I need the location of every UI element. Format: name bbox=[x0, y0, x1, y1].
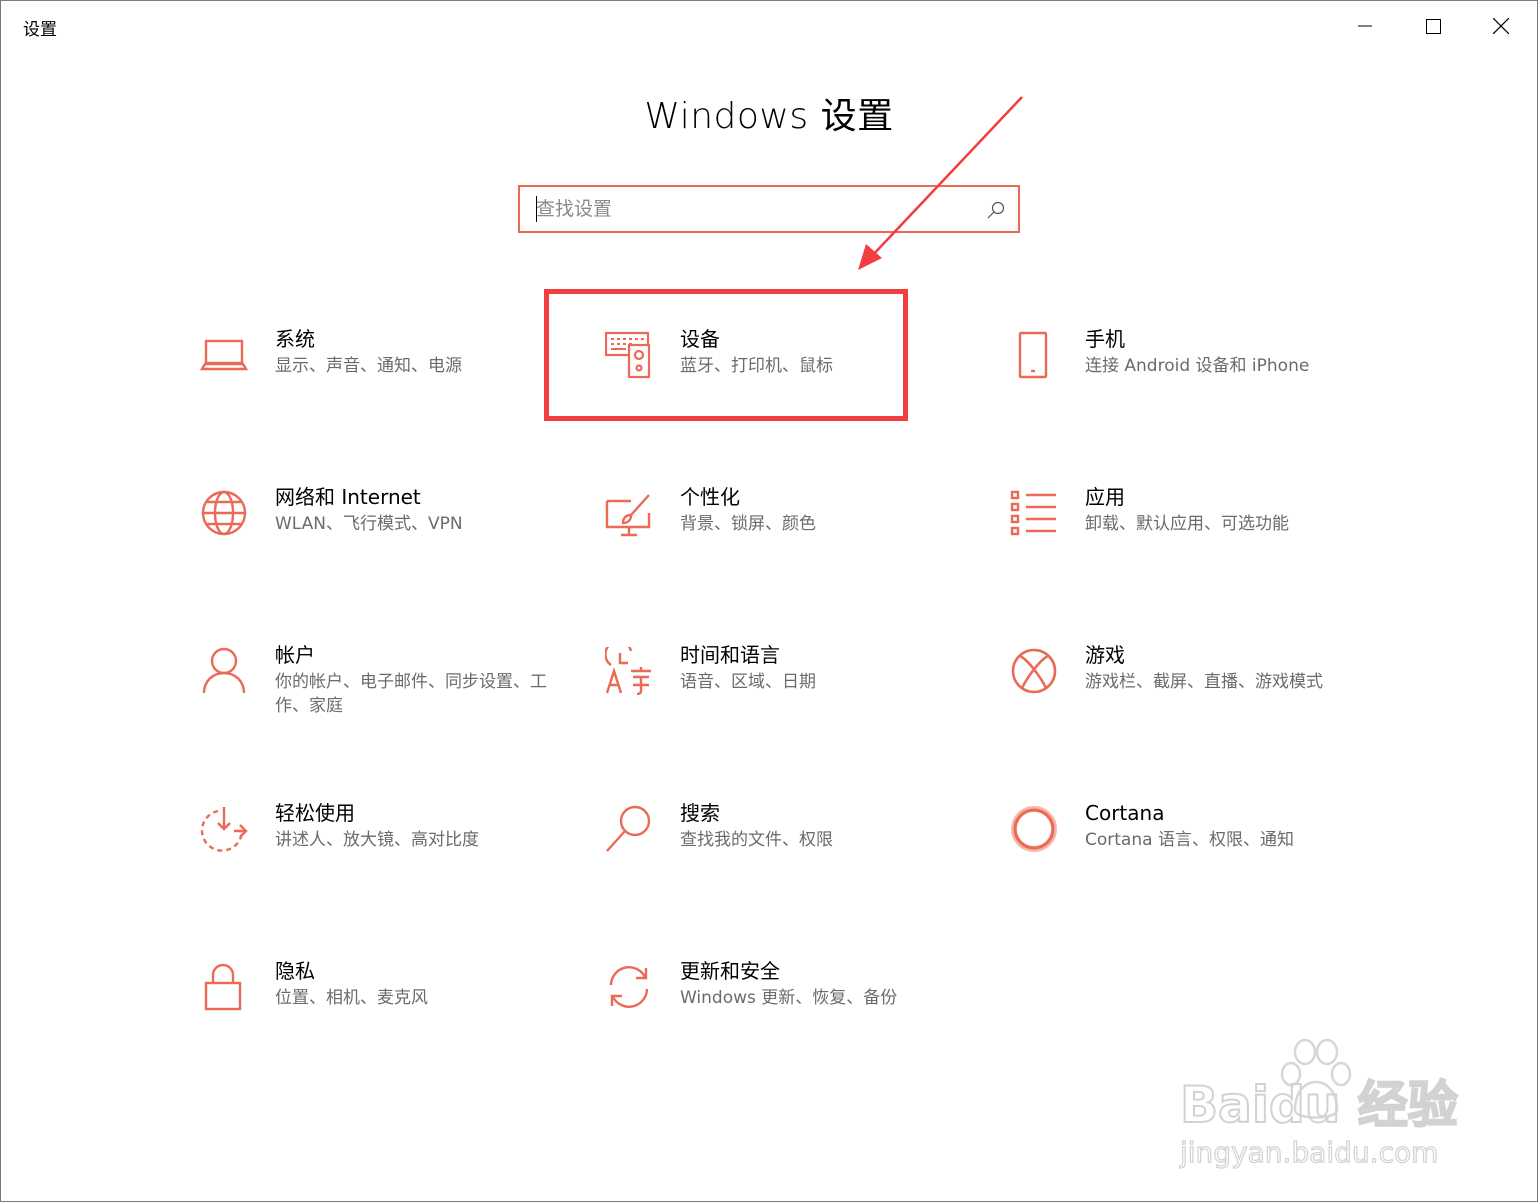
title-bar[interactable]: 设置 bbox=[1, 1, 1537, 51]
tile-personalization[interactable]: 个性化 背景、锁屏、颜色 bbox=[605, 485, 965, 599]
tile-subtitle: 连接 Android 设备和 iPhone bbox=[1085, 356, 1310, 376]
tile-title: 个性化 bbox=[680, 485, 740, 509]
tile-title: 设备 bbox=[680, 327, 720, 351]
tile-title: 轻松使用 bbox=[275, 801, 355, 825]
tile-network[interactable]: 网络和 Internet WLAN、飞行模式、VPN bbox=[200, 485, 560, 599]
tile-cortana[interactable]: Cortana Cortana 语言、权限、通知 bbox=[1010, 801, 1370, 915]
close-button[interactable] bbox=[1467, 1, 1535, 51]
paint-brush-icon bbox=[605, 489, 653, 537]
tile-subtitle: WLAN、飞行模式、VPN bbox=[275, 514, 463, 534]
maximize-button[interactable] bbox=[1399, 1, 1467, 51]
tile-title: 搜索 bbox=[680, 801, 720, 825]
laptop-icon bbox=[200, 331, 248, 379]
tile-system[interactable]: 系统 显示、声音、通知、电源 bbox=[200, 327, 560, 441]
lock-icon bbox=[200, 963, 248, 1011]
text-caret bbox=[536, 196, 537, 222]
tile-title: 系统 bbox=[275, 327, 315, 351]
tile-privacy[interactable]: 隐私 位置、相机、麦克风 bbox=[200, 959, 560, 1073]
watermark-url: jingyan.baidu.com bbox=[1179, 1136, 1438, 1169]
tile-title: 手机 bbox=[1085, 327, 1125, 351]
watermark-brand: Baidu 经验 bbox=[1180, 1076, 1458, 1134]
tile-title: 网络和 Internet bbox=[275, 485, 421, 509]
tile-title: 更新和安全 bbox=[680, 959, 780, 983]
tile-subtitle: 蓝牙、打印机、鼠标 bbox=[680, 356, 833, 376]
tile-subtitle: 卸载、默认应用、可选功能 bbox=[1085, 514, 1289, 534]
tile-title: 应用 bbox=[1085, 485, 1125, 509]
tile-subtitle: Cortana 语言、权限、通知 bbox=[1085, 830, 1294, 850]
tile-devices[interactable]: 设备 蓝牙、打印机、鼠标 bbox=[605, 327, 965, 441]
person-icon bbox=[200, 647, 248, 695]
tile-subtitle: 讲述人、放大镜、高对比度 bbox=[275, 830, 479, 850]
search-box[interactable] bbox=[518, 185, 1020, 233]
tile-subtitle: 你的帐户、电子邮件、同步设置、工作、家庭 bbox=[275, 672, 547, 716]
sync-icon bbox=[605, 963, 653, 1011]
tile-ease-of-access[interactable]: 轻松使用 讲述人、放大镜、高对比度 bbox=[200, 801, 560, 915]
time-language-icon bbox=[605, 647, 653, 695]
settings-window: 设置 Windows 设置 系统 显示、声音、通知、电源 bbox=[0, 0, 1538, 1202]
tile-accounts[interactable]: 帐户 你的帐户、电子邮件、同步设置、工作、家庭 bbox=[200, 643, 560, 757]
tile-time-language[interactable]: 时间和语言 语音、区域、日期 bbox=[605, 643, 965, 757]
tile-subtitle: 查找我的文件、权限 bbox=[680, 830, 833, 850]
tile-title: Cortana bbox=[1085, 801, 1165, 825]
tile-update-security[interactable]: 更新和安全 Windows 更新、恢复、备份 bbox=[605, 959, 965, 1073]
maximize-icon bbox=[1425, 18, 1441, 34]
apps-list-icon bbox=[1010, 489, 1058, 537]
tile-subtitle: 语音、区域、日期 bbox=[680, 672, 816, 692]
search-icon bbox=[605, 805, 653, 853]
page-title: Windows 设置 bbox=[644, 96, 894, 137]
baidu-jingyan-watermark: Baidu 经验 jingyan.baidu.com bbox=[1178, 1038, 1459, 1170]
tile-gaming[interactable]: 游戏 游戏栏、截屏、直播、游戏模式 bbox=[1010, 643, 1370, 757]
close-icon bbox=[1493, 18, 1509, 34]
minimize-button[interactable] bbox=[1331, 1, 1399, 51]
tile-subtitle: Windows 更新、恢复、备份 bbox=[680, 988, 898, 1008]
tile-subtitle: 显示、声音、通知、电源 bbox=[275, 356, 462, 376]
tile-subtitle: 位置、相机、麦克风 bbox=[275, 988, 428, 1008]
cortana-icon bbox=[1010, 805, 1058, 853]
minimize-icon bbox=[1358, 25, 1372, 27]
window-title: 设置 bbox=[23, 20, 57, 40]
phone-icon bbox=[1010, 331, 1058, 379]
tile-title: 隐私 bbox=[275, 959, 315, 983]
ease-of-access-icon bbox=[200, 805, 248, 853]
globe-icon bbox=[200, 489, 248, 537]
xbox-icon bbox=[1010, 647, 1058, 695]
tile-apps[interactable]: 应用 卸载、默认应用、可选功能 bbox=[1010, 485, 1370, 599]
tile-phone[interactable]: 手机 连接 Android 设备和 iPhone bbox=[1010, 327, 1370, 441]
search-input[interactable] bbox=[536, 193, 976, 225]
tile-subtitle: 游戏栏、截屏、直播、游戏模式 bbox=[1085, 672, 1323, 692]
keyboard-device-icon bbox=[605, 331, 653, 379]
tile-title: 帐户 bbox=[275, 643, 315, 667]
tile-subtitle: 背景、锁屏、颜色 bbox=[680, 514, 816, 534]
tile-search[interactable]: 搜索 查找我的文件、权限 bbox=[605, 801, 965, 915]
tile-title: 时间和语言 bbox=[680, 643, 780, 667]
tile-title: 游戏 bbox=[1085, 643, 1125, 667]
search-icon[interactable] bbox=[986, 200, 1006, 220]
